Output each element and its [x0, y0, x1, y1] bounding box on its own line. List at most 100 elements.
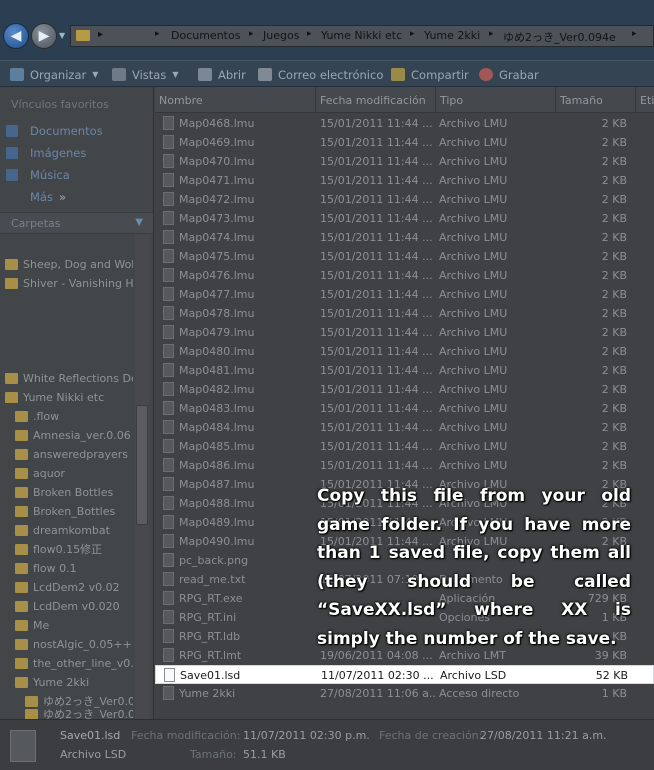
file-row[interactable]: Map0472.lmu 15/01/2011 11:44 ... Archivo L…: [155, 190, 654, 209]
tree-item[interactable]: Amnesia_ver.0.06: [15, 426, 133, 444]
breadcrumb-chevron-icon[interactable]: ▸: [489, 29, 494, 39]
file-type: Archivo LMU: [439, 307, 508, 320]
folder-icon: [5, 372, 18, 384]
nav-scrollbar-thumb[interactable]: [136, 405, 148, 525]
file-row[interactable]: Map0470.lmu 15/01/2011 11:44 ... Archivo L…: [155, 152, 654, 171]
file-row[interactable]: Save01.lsd 11/07/2011 02:30 ... Archivo LS…: [155, 665, 654, 684]
email-button[interactable]: Correo electrónico: [258, 61, 383, 88]
file-icon: [163, 306, 174, 320]
file-row[interactable]: Map0480.lmu 15/01/2011 11:44 ... Archivo L…: [155, 342, 654, 361]
tree-item[interactable]: Broken Bottles: [15, 483, 133, 501]
file-row[interactable]: Map0468.lmu 15/01/2011 11:44 ... Archivo L…: [155, 114, 654, 133]
file-name: Map0470.lmu: [179, 155, 255, 168]
file-row[interactable]: Map0479.lmu 15/01/2011 11:44 ... Archivo L…: [155, 323, 654, 342]
tree-item[interactable]: flow 0.1: [15, 559, 133, 577]
open-button[interactable]: Abrir: [198, 61, 246, 88]
tree-item[interactable]: Sheep, Dog and Wolf: [5, 255, 133, 273]
back-button[interactable]: ◀: [3, 23, 29, 49]
organize-button[interactable]: Organizar ▼: [10, 61, 98, 88]
file-date: 15/01/2011 11:44 ...: [320, 345, 433, 358]
favorite-images[interactable]: Imágenes: [6, 144, 86, 162]
column-size[interactable]: Tamaño: [555, 87, 635, 113]
column-type[interactable]: Tipo: [435, 87, 555, 113]
file-type: Archivo LMU: [439, 421, 508, 434]
folder-icon: [15, 562, 28, 574]
burn-button[interactable]: Grabar: [479, 61, 539, 88]
file-size: 1 KB: [601, 687, 627, 700]
breadcrumb-chevron-icon[interactable]: ▸: [249, 29, 254, 39]
folder-icon: [15, 676, 28, 688]
breadcrumb-chevron-icon[interactable]: ▸: [98, 29, 103, 40]
file-row[interactable]: Map0469.lmu 15/01/2011 11:44 ... Archivo L…: [155, 133, 654, 152]
share-button[interactable]: Compartir: [391, 61, 469, 88]
tree-item[interactable]: Yume Nikki etc: [5, 388, 133, 406]
tree-item[interactable]: aquor: [15, 464, 133, 482]
file-date: 15/01/2011 11:44 ...: [320, 155, 433, 168]
breadcrumb-chevron-icon[interactable]: ▸: [410, 29, 415, 39]
favorite-documents[interactable]: Documentos: [6, 122, 103, 140]
tree-item[interactable]: LcdDem2 v0.02: [15, 578, 133, 596]
tree-item[interactable]: nostAlgic_0.05++: [15, 635, 133, 653]
file-row[interactable]: Map0478.lmu 15/01/2011 11:44 ... Archivo L…: [155, 304, 654, 323]
file-row[interactable]: Map0484.lmu 15/01/2011 11:44 ... Archivo L…: [155, 418, 654, 437]
file-name: Map0488.lmu: [179, 497, 255, 510]
column-date[interactable]: Fecha modificación: [315, 87, 435, 113]
breadcrumb-item[interactable]: Juegos: [263, 29, 299, 42]
tree-item[interactable]: Broken_Bottles: [15, 502, 133, 520]
tree-item[interactable]: White Reflections De: [5, 369, 133, 387]
column-tags[interactable]: Eti: [635, 87, 654, 113]
breadcrumb[interactable]: ▸ ▸ Documentos ▸ Juegos ▸ Yume Nikki etc…: [70, 25, 654, 47]
breadcrumb-item[interactable]: ゆめ2っき_Ver0.094e: [503, 29, 616, 45]
forward-button[interactable]: ▶: [31, 23, 57, 49]
breadcrumb-chevron-icon[interactable]: ▸: [632, 29, 637, 39]
file-size: 2 KB: [601, 136, 627, 149]
file-row[interactable]: Map0474.lmu 15/01/2011 11:44 ... Archivo L…: [155, 228, 654, 247]
views-button[interactable]: Vistas ▼: [112, 61, 179, 88]
file-icon: [164, 668, 175, 682]
file-type: Archivo LMU: [439, 155, 508, 168]
file-name: Map0490.lmu: [179, 535, 255, 548]
breadcrumb-chevron-icon[interactable]: ▸: [155, 29, 160, 39]
tree-item[interactable]: Yume 2kki: [15, 673, 133, 691]
breadcrumb-item[interactable]: Yume 2kki: [424, 29, 480, 42]
tree-item[interactable]: dreamkombat: [15, 521, 133, 539]
tree-item[interactable]: Me: [15, 616, 133, 634]
more-favorites-link[interactable]: Más»: [30, 188, 66, 206]
details-size-label: Tamaño:: [190, 748, 237, 761]
file-row[interactable]: Map0482.lmu 15/01/2011 11:44 ... Archivo L…: [155, 380, 654, 399]
breadcrumb-item[interactable]: Yume Nikki etc: [321, 29, 402, 42]
file-row[interactable]: Map0485.lmu 15/01/2011 11:44 ... Archivo L…: [155, 437, 654, 456]
tree-item[interactable]: LcdDem v0.020: [15, 597, 133, 615]
file-row[interactable]: Map0476.lmu 15/01/2011 11:44 ... Archivo L…: [155, 266, 654, 285]
nav-scrollbar[interactable]: [135, 235, 149, 719]
column-name[interactable]: Nombre: [155, 87, 315, 113]
breadcrumb-item[interactable]: Documentos: [171, 29, 240, 42]
file-icon: [163, 382, 174, 396]
file-row[interactable]: Map0486.lmu 15/01/2011 11:44 ... Archivo L…: [155, 456, 654, 475]
tree-item[interactable]: flow0.15修正: [15, 540, 133, 558]
tree-item[interactable]: the_other_line_v0.0: [15, 654, 133, 672]
tree-item[interactable]: .flow: [15, 407, 133, 425]
file-row[interactable]: Map0473.lmu 15/01/2011 11:44 ... Archivo L…: [155, 209, 654, 228]
command-bar: Organizar ▼ Vistas ▼ Abrir Correo electrón…: [0, 60, 654, 87]
file-icon: [163, 116, 174, 130]
file-row[interactable]: Map0475.lmu 15/01/2011 11:44 ... Archivo L…: [155, 247, 654, 266]
folders-bar[interactable]: Carpetas ▼: [0, 212, 153, 234]
file-row[interactable]: Yume 2kki 27/08/2011 11:06 a... Acceso dir…: [155, 684, 654, 703]
recent-pages-dropdown-icon[interactable]: ▼: [59, 31, 65, 40]
file-row[interactable]: Map0471.lmu 15/01/2011 11:44 ... Archivo L…: [155, 171, 654, 190]
file-name: Map0472.lmu: [179, 193, 255, 206]
burn-disc-icon: [479, 68, 493, 81]
tree-item[interactable]: answeredprayers: [15, 445, 133, 463]
file-row[interactable]: Map0481.lmu 15/01/2011 11:44 ... Archivo L…: [155, 361, 654, 380]
file-row[interactable]: Map0477.lmu 15/01/2011 11:44 ... Archivo L…: [155, 285, 654, 304]
tree-item[interactable]: ゆめ2っき_Ver0.0: [25, 692, 133, 710]
file-size: 2 KB: [601, 269, 627, 282]
favorite-music[interactable]: Música: [6, 166, 70, 184]
tree-item[interactable]: ゆめ2っき_Ver0.0: [25, 709, 133, 719]
file-row[interactable]: Map0483.lmu 15/01/2011 11:44 ... Archivo L…: [155, 399, 654, 418]
file-type: Archivo LMU: [439, 345, 508, 358]
file-icon: [163, 572, 174, 586]
tree-item[interactable]: Shiver - Vanishing Hi: [5, 274, 133, 292]
breadcrumb-chevron-icon[interactable]: ▸: [307, 29, 312, 39]
